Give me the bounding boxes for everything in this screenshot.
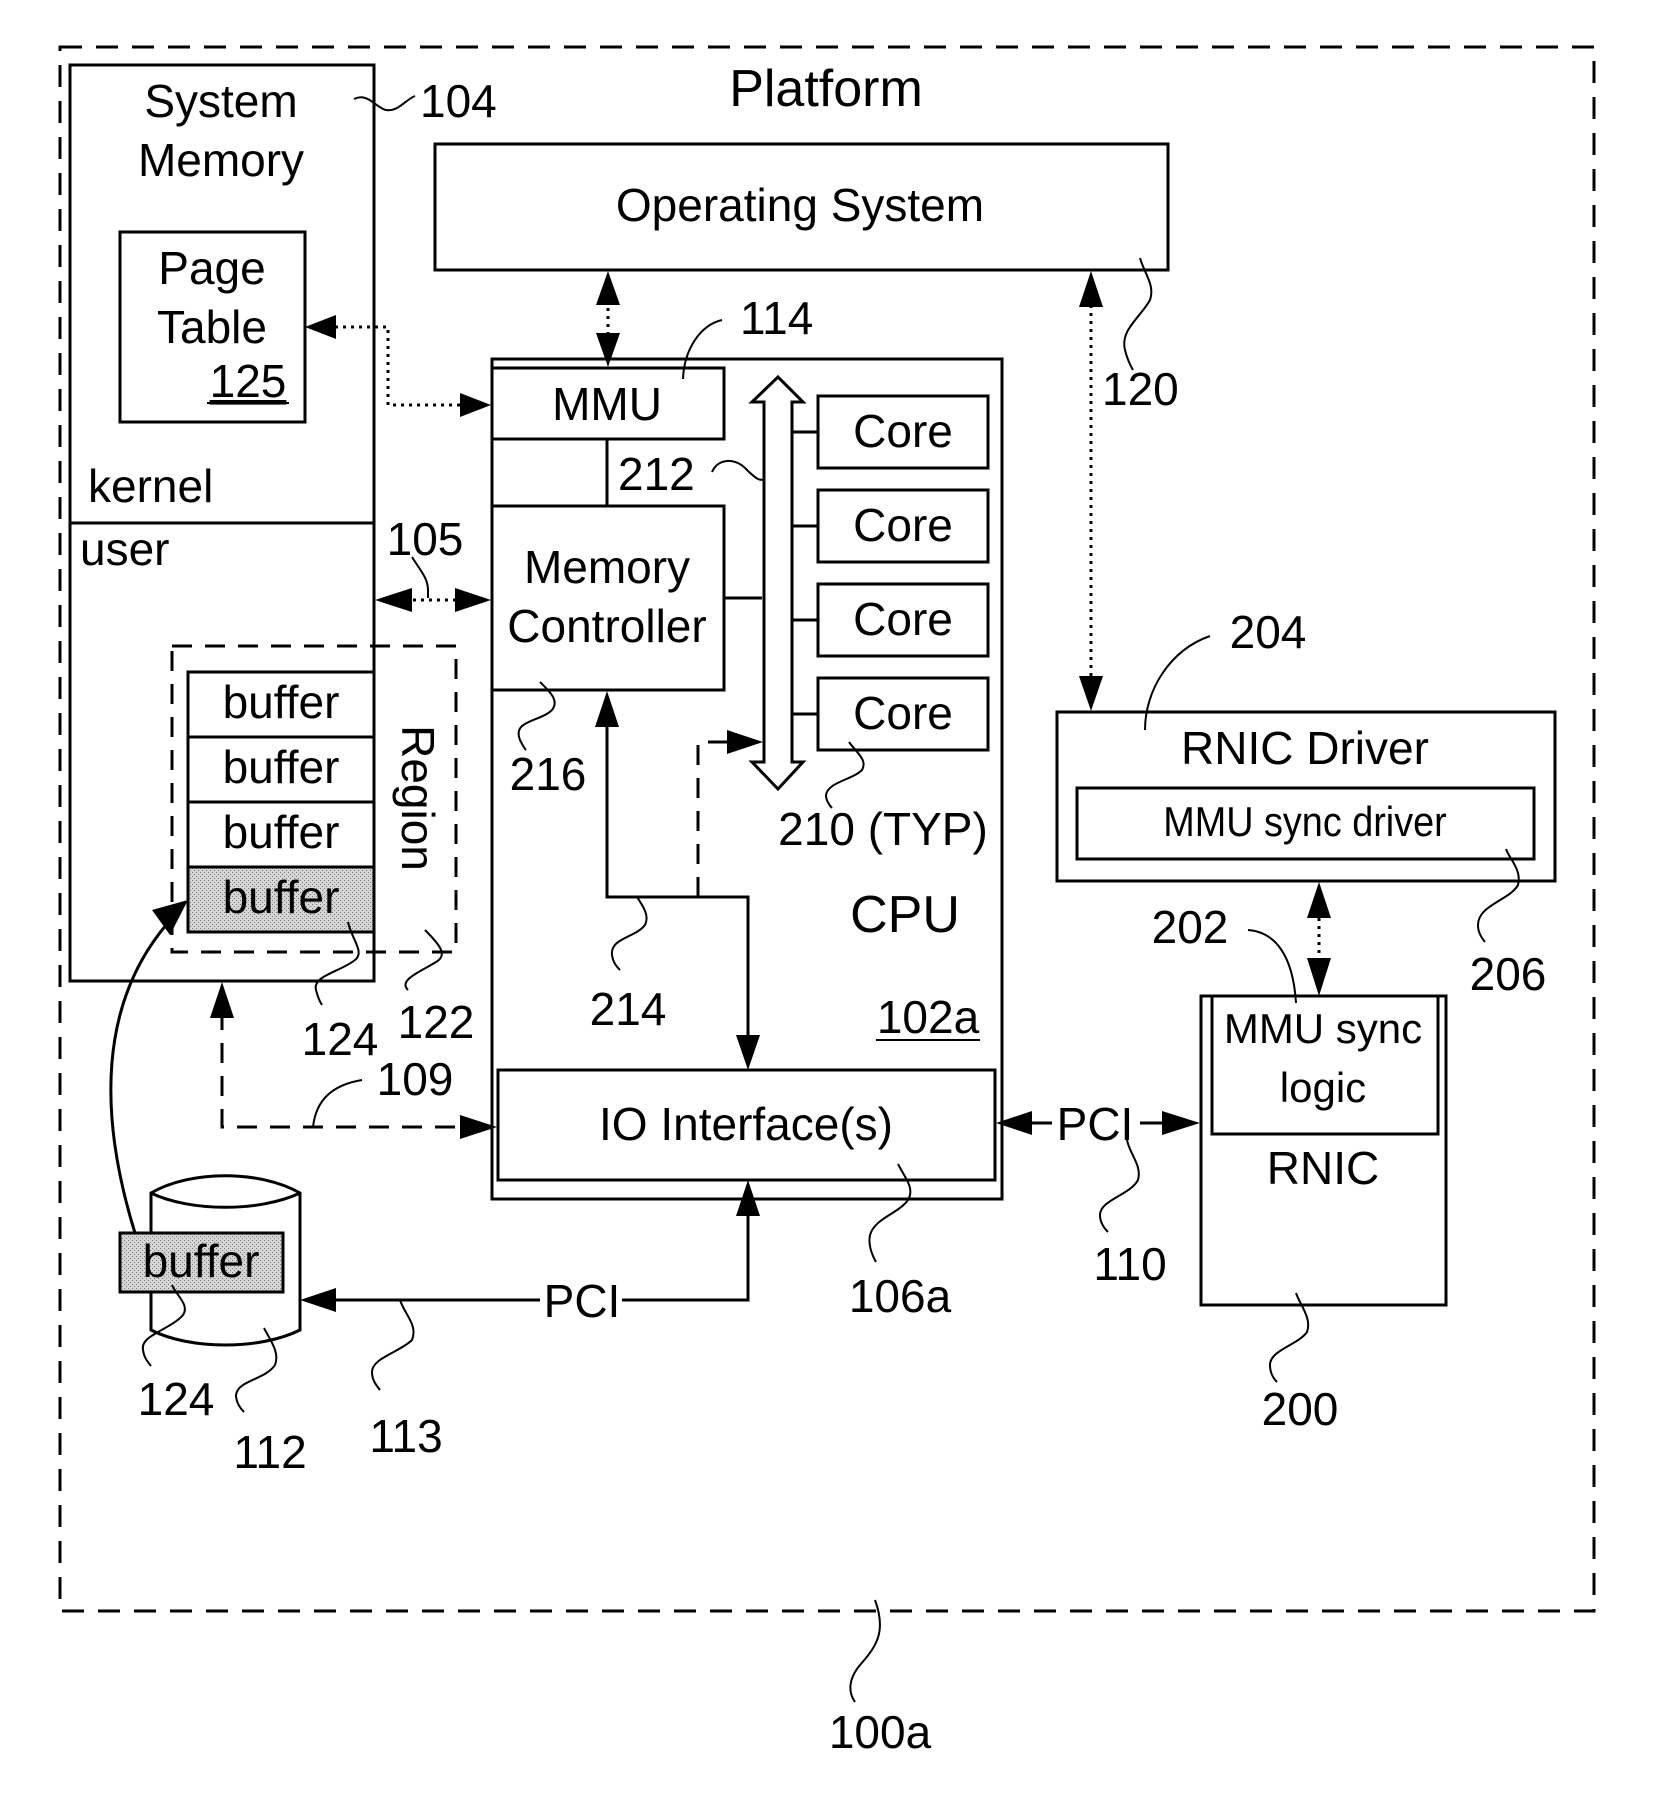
io-interface-ref: 106a (849, 1270, 952, 1322)
arrowhead-to-mmu-top (596, 333, 620, 367)
system-memory-title-1: System (144, 75, 297, 127)
rnic: MMU sync logic RNIC 200 (1199, 994, 1448, 1435)
rnic-label: RNIC (1267, 1142, 1379, 1194)
interconnect-ref: 212 (618, 448, 695, 500)
system-memory: System Memory 104 Page Table 125 kernel … (68, 63, 497, 1065)
arrowhead-to-io-interface (736, 1035, 760, 1070)
cpu: MMU 212 Memory Controller 216 Core Core … (490, 357, 1004, 1322)
arrowhead-to-os (596, 271, 620, 305)
memctrl-ref-leader (517, 681, 556, 751)
arrowhead-to-user-memory (210, 982, 234, 1018)
memctrl-ref: 216 (510, 748, 587, 800)
io-path-ref: 214 (590, 983, 667, 1035)
buffer-label-1: buffer (223, 676, 340, 728)
rnic-driver-ref: 204 (1230, 606, 1307, 658)
storage-pci-link-right (622, 1212, 750, 1302)
storage-device: buffer 124 112 (118, 1174, 307, 1478)
arrowhead-to-rnic-driver (1079, 676, 1103, 711)
io-interface-label: IO Interface(s) (599, 1098, 893, 1150)
memory-controller-label-2: Controller (507, 600, 706, 652)
sync-logic-ref-leader (1247, 929, 1297, 1004)
arrowhead-to-sync-logic (1307, 958, 1331, 996)
cpu-ref: 102a (877, 991, 980, 1043)
page-table-label-2: Table (157, 301, 267, 353)
rnic-pci-label: PCI (1057, 1098, 1134, 1150)
system-memory-title-2: Memory (138, 134, 304, 186)
storage-buffer-label: buffer (143, 1235, 260, 1287)
arrowhead-to-memctrl-left (455, 588, 491, 612)
rnic-pci-ref: 110 (1093, 1238, 1166, 1290)
mmu-sync-driver-ref: 206 (1470, 948, 1547, 1000)
arrowhead-to-page-table (305, 315, 336, 339)
arrowhead-to-os-right (1079, 271, 1103, 307)
arrowhead-to-mmu (460, 393, 491, 417)
mmu-sync-driver-label: MMU sync driver (1163, 799, 1446, 845)
arrowhead-to-memctrl (595, 691, 619, 727)
dma-path-ref: 109 (377, 1053, 454, 1105)
memory-controller-label-1: Memory (524, 541, 690, 593)
memory-controller-box (490, 504, 726, 692)
page-table-label-1: Page (158, 242, 265, 294)
page-table-mmu-link (335, 325, 460, 407)
storage-pci-ref-leader (370, 1299, 415, 1391)
sync-logic-ref-label: 202 (1152, 901, 1229, 953)
os-ref-leader (1123, 257, 1153, 371)
platform-ref: 100a (829, 1706, 932, 1758)
storage-pci-ref: 113 (369, 1410, 442, 1462)
mmu-sync-driver-ref-leader (1476, 848, 1520, 943)
buffer-ref: 124 (302, 1013, 379, 1065)
region-label: Region (392, 725, 444, 871)
interconnect-bus-arrow (748, 374, 807, 792)
arrowhead-to-user-buffer (152, 900, 188, 935)
buffer-ref-leader (314, 921, 360, 1006)
buffer-label-4: buffer (223, 871, 340, 923)
page-table-ref: 125 (210, 355, 287, 407)
operating-system-label: Operating System (616, 179, 984, 231)
storage-buffer-ref: 124 (138, 1373, 215, 1425)
core-label-2: Core (853, 499, 953, 551)
kernel-label: kernel (88, 460, 213, 512)
buffer-label-3: buffer (223, 806, 340, 858)
core-ref: 210 (TYP) (778, 803, 988, 855)
buffer-label-2: buffer (223, 741, 340, 793)
core-label-3: Core (853, 593, 953, 645)
arrowhead-to-storage (300, 1288, 336, 1312)
rnic-driver: RNIC Driver MMU sync driver 204 206 (1055, 606, 1557, 1000)
core-ref-leader (824, 741, 865, 809)
mmu-sync-logic-label-1: MMU sync (1224, 1005, 1422, 1052)
region-ref-leader (404, 929, 443, 991)
memory-bus-ref: 105 (387, 513, 464, 565)
arrowhead-to-bus (727, 730, 763, 754)
platform-ref-leader (849, 1599, 881, 1703)
core-label-4: Core (853, 687, 953, 739)
mmu-ref: 114 (740, 292, 813, 344)
dma-path-ref-leader (312, 1079, 363, 1128)
io-path-bus (696, 740, 733, 897)
rnic-driver-label: RNIC Driver (1181, 722, 1429, 774)
system-memory-ref-leader (353, 95, 416, 112)
arrowhead-to-system-memory (375, 588, 412, 612)
core-label-1: Core (853, 405, 953, 457)
system-memory-ref: 104 (420, 75, 497, 127)
platform-title: Platform (729, 60, 923, 118)
storage-ref: 112 (233, 1426, 306, 1478)
os-ref: 120 (1102, 363, 1179, 415)
cpu-label: CPU (850, 886, 960, 944)
mmu-ref-leader (682, 319, 723, 380)
rnic-driver-ref-leader (1144, 635, 1211, 731)
mmu-label: MMU (552, 378, 662, 430)
arrowhead-to-rnic (1162, 1111, 1200, 1135)
io-path-ref-leader (610, 896, 648, 971)
arrowhead-to-driver (1307, 882, 1331, 918)
user-label: user (80, 523, 169, 575)
platform-diagram: Platform 100a System Memory 104 Page Tab… (58, 45, 1596, 1758)
rnic-ref: 200 (1262, 1383, 1339, 1435)
region-ref: 122 (398, 996, 475, 1048)
storage-pci-label: PCI (544, 1275, 621, 1327)
rnic-pci-ref-leader (1098, 1139, 1140, 1233)
mmu-sync-logic-label-2: logic (1280, 1064, 1366, 1111)
